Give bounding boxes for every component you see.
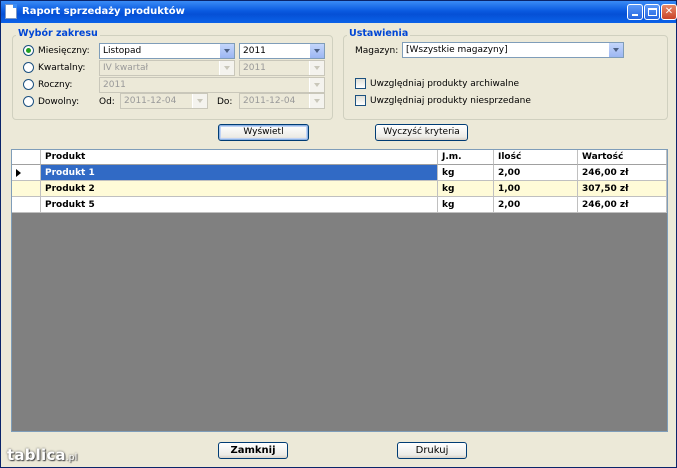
- maximize-button[interactable]: [644, 4, 660, 20]
- watermark-logo: tablica.pl: [7, 446, 77, 464]
- cell-quantity[interactable]: 2,00: [494, 165, 578, 181]
- radio-quarterly[interactable]: [23, 62, 34, 73]
- quarterly-label: Kwartalny:: [38, 63, 86, 73]
- quarter-select-value: IV kwartał: [103, 63, 149, 73]
- yearly-label: Roczny:: [38, 80, 73, 90]
- include-archived-checkbox[interactable]: [355, 78, 366, 89]
- column-header-product[interactable]: Produkt: [41, 150, 438, 165]
- cell-product[interactable]: Produkt 1: [41, 165, 438, 181]
- minimize-icon: [632, 14, 638, 16]
- products-grid[interactable]: Produkt J.m. Ilość Wartość Produkt 1 kg …: [11, 149, 668, 432]
- table-row[interactable]: Produkt 2 kg 1,00 307,50 zł: [12, 181, 667, 197]
- chevron-down-icon: [309, 94, 324, 108]
- settings-group-legend: Ustawienia: [347, 28, 411, 39]
- watermark-suffix: .pl: [65, 453, 78, 463]
- show-button[interactable]: Wyświetl: [218, 124, 309, 141]
- range-group-legend: Wybór zakresu: [16, 28, 100, 39]
- close-window-button[interactable]: ✕: [661, 4, 677, 20]
- window-title: Raport sprzedaży produktów: [22, 6, 185, 17]
- monthly-label: Miesięczny:: [38, 46, 90, 56]
- warehouse-label: Magazyn:: [355, 46, 399, 56]
- cell-product[interactable]: Produkt 5: [41, 197, 438, 213]
- chevron-down-icon[interactable]: [608, 43, 623, 57]
- cell-value[interactable]: 307,50 zł: [578, 181, 667, 197]
- cell-unit[interactable]: kg: [438, 181, 494, 197]
- from-label: Od:: [99, 97, 115, 107]
- cell-quantity[interactable]: 1,00: [494, 181, 578, 197]
- month-select[interactable]: Listopad: [99, 43, 235, 59]
- cell-quantity[interactable]: 2,00: [494, 197, 578, 213]
- close-icon: ✕: [664, 6, 674, 17]
- clear-criteria-button[interactable]: Wyczyść kryteria: [375, 124, 468, 141]
- minimize-button[interactable]: [627, 4, 643, 20]
- radio-monthly[interactable]: [23, 45, 34, 56]
- column-header-unit[interactable]: J.m.: [438, 150, 494, 165]
- column-header-quantity[interactable]: Ilość: [494, 150, 578, 165]
- include-archived-label[interactable]: Uwzględniaj produkty archiwalne: [370, 79, 519, 89]
- row-header-corner: [12, 150, 41, 165]
- include-unsold-label[interactable]: Uwzględniaj produkty niesprzedane: [370, 96, 531, 106]
- maximize-icon: [648, 8, 657, 16]
- chevron-down-icon: [309, 78, 324, 92]
- close-button[interactable]: Zamknij: [218, 442, 288, 459]
- chevron-down-icon: [219, 61, 234, 75]
- title-bar[interactable]: Raport sprzedaży produktów ✕: [1, 1, 677, 23]
- row-selector[interactable]: [12, 165, 41, 181]
- document-icon: [5, 4, 17, 19]
- row-selector[interactable]: [12, 181, 41, 197]
- year-select: 2011: [99, 77, 325, 93]
- table-row[interactable]: Produkt 5 kg 2,00 246,00 zł: [12, 197, 667, 213]
- chevron-down-icon[interactable]: [219, 44, 234, 58]
- row-pointer-icon: [16, 169, 21, 177]
- to-date-picker: 2011-12-04: [239, 93, 325, 109]
- watermark-brand: tablica: [7, 446, 66, 464]
- print-button[interactable]: Drukuj: [397, 442, 467, 459]
- warehouse-select[interactable]: [Wszystkie magazyny]: [402, 42, 624, 58]
- quarter-select: IV kwartał: [99, 60, 235, 76]
- cell-unit[interactable]: kg: [438, 165, 494, 181]
- month-year-select[interactable]: 2011: [239, 43, 325, 59]
- report-window: Raport sprzedaży produktów ✕ Wybór zakre…: [0, 0, 677, 468]
- year-select-value: 2011: [103, 80, 126, 90]
- cell-product[interactable]: Produkt 2: [41, 181, 438, 197]
- chevron-down-icon: [309, 61, 324, 75]
- chevron-down-icon: [192, 94, 207, 108]
- row-selector[interactable]: [12, 197, 41, 213]
- chevron-down-icon[interactable]: [309, 44, 324, 58]
- quarter-year-select-value: 2011: [243, 63, 266, 73]
- warehouse-select-value: [Wszystkie magazyny]: [406, 45, 508, 55]
- quarter-year-select: 2011: [239, 60, 325, 76]
- month-year-select-value: 2011: [243, 46, 266, 56]
- cell-value[interactable]: 246,00 zł: [578, 197, 667, 213]
- include-unsold-checkbox[interactable]: [355, 95, 366, 106]
- radio-yearly[interactable]: [23, 79, 34, 90]
- to-label: Do:: [217, 97, 233, 107]
- month-select-value: Listopad: [103, 46, 142, 56]
- to-date-value: 2011-12-04: [243, 96, 296, 106]
- cell-value[interactable]: 246,00 zł: [578, 165, 667, 181]
- radio-custom[interactable]: [23, 96, 34, 107]
- custom-label: Dowolny:: [38, 97, 80, 107]
- from-date-picker: 2011-12-04: [120, 93, 208, 109]
- from-date-value: 2011-12-04: [124, 96, 177, 106]
- grid-header: Produkt J.m. Ilość Wartość: [12, 150, 667, 165]
- cell-unit[interactable]: kg: [438, 197, 494, 213]
- column-header-value[interactable]: Wartość: [578, 150, 667, 165]
- table-row[interactable]: Produkt 1 kg 2,00 246,00 zł: [12, 165, 667, 181]
